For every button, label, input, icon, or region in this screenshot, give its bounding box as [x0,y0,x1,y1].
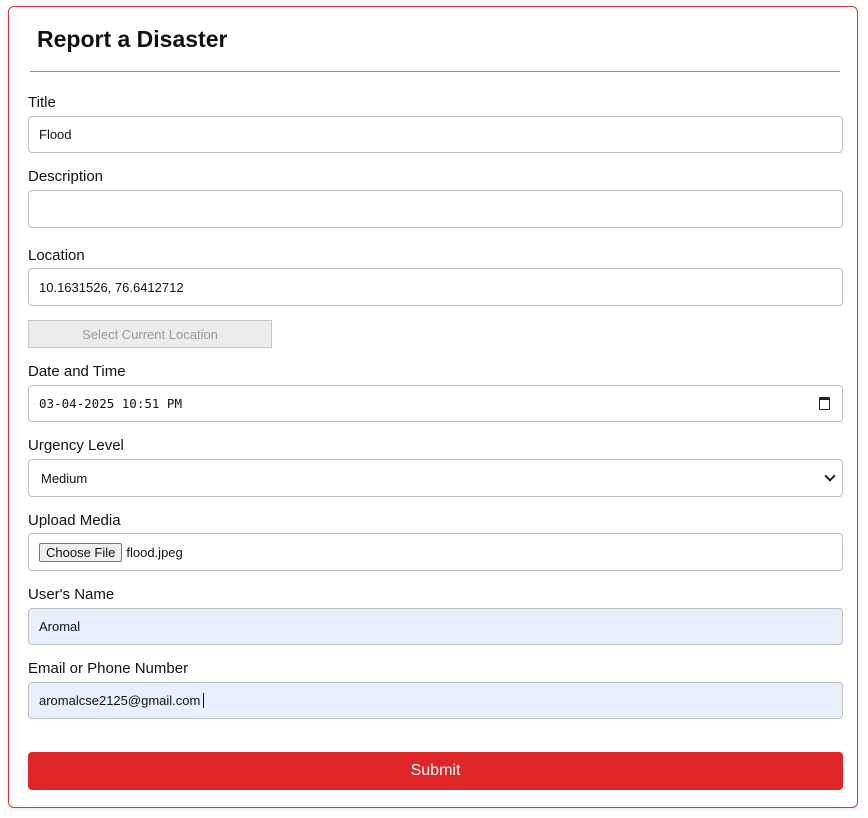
contact-input-value: aromalcse2125@gmail.com [39,693,201,708]
user-name-input-value: Aromal [39,619,81,634]
title-label: Title [28,94,56,111]
user-name-input[interactable]: Aromal [28,608,843,645]
title-divider [30,71,840,72]
calendar-icon[interactable] [819,397,830,410]
urgency-label: Urgency Level [28,437,124,454]
title-input[interactable]: Flood [28,116,843,153]
upload-media-input[interactable]: Choose File flood.jpeg [28,533,843,571]
description-label: Description [28,168,104,185]
location-input[interactable]: 10.1631526, 76.6412712 [28,268,843,306]
upload-media-label: Upload Media [28,512,121,529]
contact-input[interactable]: aromalcse2125@gmail.com [28,682,843,719]
submit-button[interactable]: Submit [28,752,843,790]
urgency-select-value: Medium [41,470,88,486]
location-input-value: 10.1631526, 76.6412712 [39,279,184,295]
text-cursor [203,693,205,708]
datetime-label: Date and Time [28,363,126,380]
contact-label: Email or Phone Number [28,660,189,677]
chevron-down-icon [824,470,836,482]
user-name-label: User's Name [28,586,115,603]
title-input-value: Flood [39,127,72,142]
report-form-card: Report a Disaster Title Flood Descriptio… [8,6,858,808]
selected-file-name: flood.jpeg [126,544,183,560]
urgency-select[interactable]: Medium [28,459,843,497]
datetime-input[interactable]: 03-04-2025 10:51 PM [28,385,843,422]
description-input[interactable] [28,190,843,228]
form-title: Report a Disaster [37,26,228,52]
datetime-input-value: 03-04-2025 10:51 PM [39,396,182,411]
select-current-location-button[interactable]: Select Current Location [28,320,272,348]
choose-file-button[interactable]: Choose File [39,542,123,562]
location-label: Location [28,247,85,264]
